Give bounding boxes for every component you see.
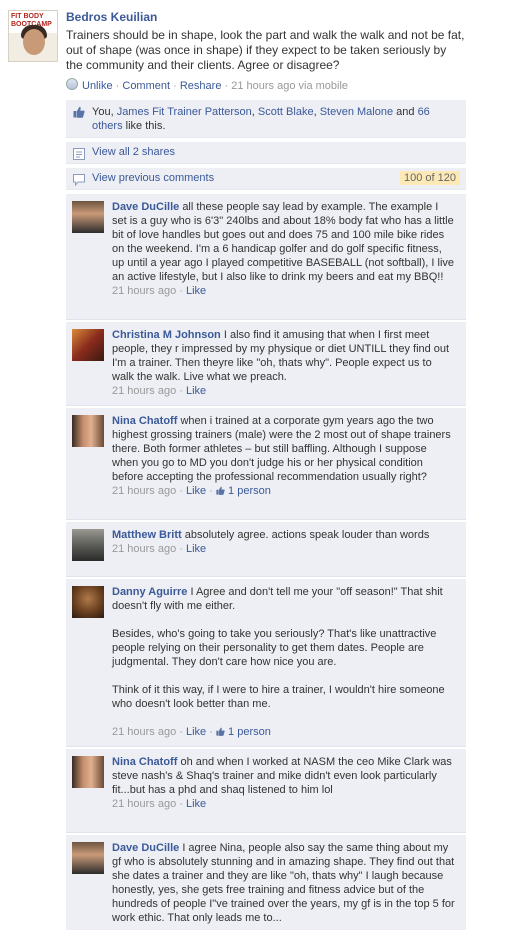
thumbs-up-icon bbox=[216, 486, 225, 495]
likes-row: You, James Fit Trainer Patterson, Scott … bbox=[66, 100, 466, 138]
comment-likers-link[interactable]: 1 person bbox=[228, 726, 271, 738]
like-link[interactable]: Like bbox=[186, 726, 206, 738]
commenter-avatar[interactable] bbox=[72, 415, 104, 447]
comment-bubble-icon bbox=[73, 174, 85, 186]
likes-sentence: You, James Fit Trainer Patterson, Scott … bbox=[92, 106, 430, 132]
story: FIT BODY BOOTCAMP Bedros Keuilian Traine… bbox=[0, 0, 509, 100]
globe-icon bbox=[66, 78, 78, 90]
commenter-name[interactable]: Danny Aguirre bbox=[112, 586, 187, 598]
like-link[interactable]: Like bbox=[186, 485, 206, 497]
author-avatar[interactable]: FIT BODY BOOTCAMP bbox=[8, 10, 58, 62]
commenter-avatar[interactable] bbox=[72, 529, 104, 561]
commenter-name[interactable]: Nina Chatoff bbox=[112, 415, 177, 427]
avatar-face bbox=[23, 29, 45, 55]
comment: Dave DuCille I agree Nina, people also s… bbox=[66, 835, 466, 930]
comment-likers-link[interactable]: 1 person bbox=[228, 485, 271, 497]
comment-meta: 21 hours ago · Like bbox=[112, 543, 207, 555]
commenter-avatar[interactable] bbox=[72, 842, 104, 874]
comment-time[interactable]: 21 hours ago bbox=[112, 385, 176, 397]
comment-link[interactable]: Comment bbox=[122, 80, 170, 92]
commenter-name[interactable]: Matthew Britt bbox=[112, 529, 182, 541]
comment-count-badge: 100 of 120 bbox=[400, 171, 460, 185]
thumbs-up-icon bbox=[216, 727, 225, 736]
commenter-avatar[interactable] bbox=[72, 756, 104, 788]
comment-time[interactable]: 21 hours ago bbox=[112, 285, 176, 297]
commenter-avatar[interactable] bbox=[72, 329, 104, 361]
view-previous-comments-link[interactable]: View previous comments bbox=[92, 172, 214, 184]
comment-time[interactable]: 21 hours ago bbox=[112, 543, 176, 555]
comment-text: absolutely agree. actions speak louder t… bbox=[184, 529, 430, 541]
comment-time[interactable]: 21 hours ago bbox=[112, 726, 176, 738]
commenter-avatar[interactable] bbox=[72, 586, 104, 618]
commenter-name[interactable]: Dave DuCille bbox=[112, 201, 179, 213]
comment: Danny Aguirre I Agree and don't tell me … bbox=[66, 579, 466, 747]
unlike-link[interactable]: Unlike bbox=[82, 80, 113, 92]
comment: Nina Chatoff when i trained at a corpora… bbox=[66, 408, 466, 520]
view-shares-link[interactable]: View all 2 shares bbox=[92, 146, 175, 158]
author-name[interactable]: Bedros Keuilian bbox=[66, 10, 157, 24]
commenter-name[interactable]: Christina M Johnson bbox=[112, 329, 221, 341]
comment-time[interactable]: 21 hours ago bbox=[112, 798, 176, 810]
comment-meta: 21 hours ago · Like · 1 person bbox=[112, 726, 271, 738]
post-timestamp[interactable]: 21 hours ago via mobile bbox=[231, 80, 348, 92]
liker-link[interactable]: Steven Malone bbox=[320, 106, 393, 118]
comment-meta: 21 hours ago · Like bbox=[112, 285, 207, 297]
post-actions: Unlike · Comment · Reshare · 21 hours ag… bbox=[66, 78, 348, 92]
liker-link[interactable]: Scott Blake bbox=[258, 106, 314, 118]
previous-comments-row: View previous comments 100 of 120 bbox=[66, 168, 466, 190]
comment-text: Besides, who's going to take you serious… bbox=[112, 628, 437, 668]
like-link[interactable]: Like bbox=[186, 285, 206, 297]
comment: Christina M Johnson I also find it amusi… bbox=[66, 322, 466, 406]
comment-text: Think of it this way, if I were to hire … bbox=[112, 684, 445, 710]
shares-row: View all 2 shares bbox=[66, 142, 466, 164]
like-link[interactable]: Like bbox=[186, 543, 206, 555]
like-link[interactable]: Like bbox=[186, 798, 206, 810]
share-icon bbox=[73, 148, 85, 160]
reshare-link[interactable]: Reshare bbox=[180, 80, 222, 92]
comment-meta: 21 hours ago · Like bbox=[112, 385, 207, 397]
comment-text: I agree Nina, people also say the same t… bbox=[112, 842, 455, 924]
like-link[interactable]: Like bbox=[186, 385, 206, 397]
liker-link[interactable]: James Fit Trainer Patterson bbox=[117, 106, 252, 118]
thumbs-up-icon bbox=[73, 106, 85, 118]
commenter-name[interactable]: Nina Chatoff bbox=[112, 756, 177, 768]
commenter-name[interactable]: Dave DuCille bbox=[112, 842, 179, 854]
post-message: Trainers should be in shape, look the pa… bbox=[66, 28, 465, 72]
comment: Dave DuCille all these people say lead b… bbox=[66, 194, 466, 320]
comment-meta: 21 hours ago · Like bbox=[112, 798, 207, 810]
comment-time[interactable]: 21 hours ago bbox=[112, 485, 176, 497]
comment: Nina Chatoff oh and when I worked at NAS… bbox=[66, 749, 466, 833]
comment: Matthew Britt absolutely agree. actions … bbox=[66, 522, 466, 577]
comment-meta: 21 hours ago · Like · 1 person bbox=[112, 485, 271, 497]
comment-text: all these people say lead by example. Th… bbox=[112, 201, 454, 283]
commenter-avatar[interactable] bbox=[72, 201, 104, 233]
